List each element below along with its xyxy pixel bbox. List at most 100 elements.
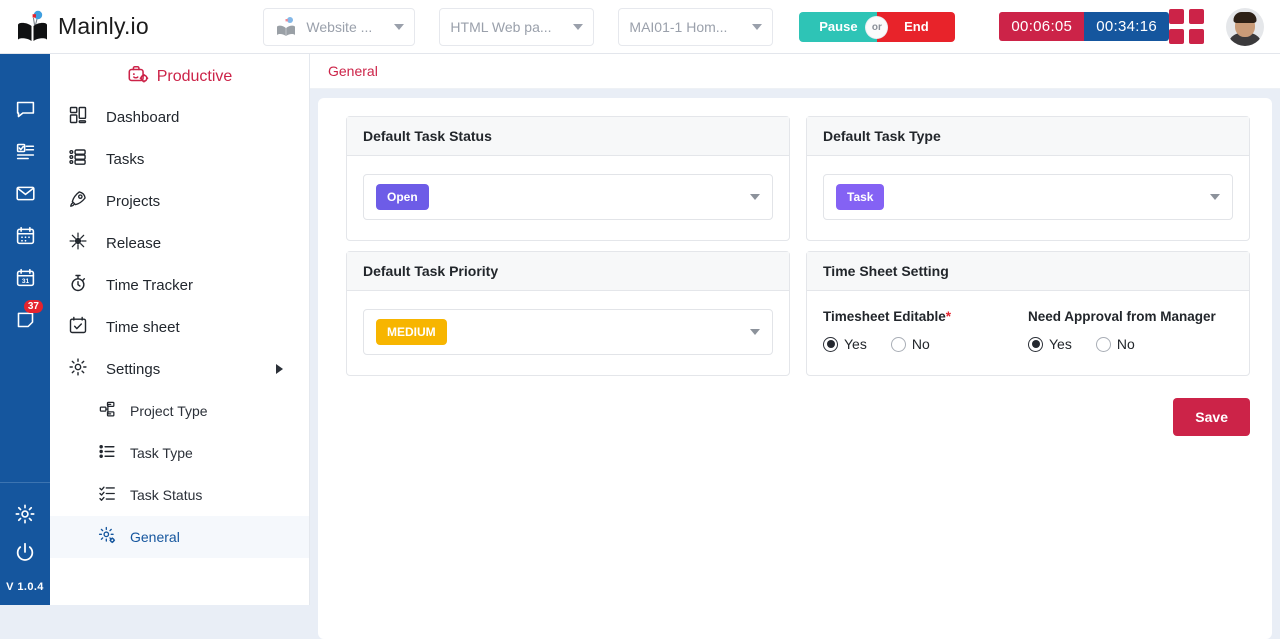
briefcase-bot-icon xyxy=(127,64,149,91)
save-button[interactable]: Save xyxy=(1173,398,1250,436)
type-badge: Task xyxy=(836,184,885,210)
apps-grid-icon[interactable] xyxy=(1169,9,1204,44)
card-default-task-type: Default Task Type Task xyxy=(806,116,1250,241)
chevron-down-icon xyxy=(750,329,760,335)
sidebar-item-time-tracker[interactable]: Time Tracker xyxy=(50,264,309,306)
sidebar-item-label: Task Type xyxy=(130,445,193,461)
card-default-task-priority: Default Task Priority MEDIUM xyxy=(346,251,790,376)
card-title: Default Task Priority xyxy=(347,252,789,291)
gear-icon xyxy=(68,357,88,381)
sidebar-item-dashboard[interactable]: Dashboard xyxy=(50,96,309,138)
sidebar-item-project-type[interactable]: Project Type xyxy=(50,390,309,432)
rail-bottom-icons: V 1.0.4 xyxy=(0,482,50,605)
gear-settings-icon xyxy=(98,526,117,548)
card-default-task-status: Default Task Status Open xyxy=(346,116,790,241)
workspace-select-value: Website ... xyxy=(306,18,373,35)
card-body: Task xyxy=(807,156,1249,240)
sidebar-item-label: Projects xyxy=(106,192,161,210)
notes-badge: 37 xyxy=(23,300,43,313)
rocket-icon xyxy=(68,189,88,213)
status-badge: Open xyxy=(376,184,429,210)
chevron-down-icon xyxy=(573,23,584,30)
svg-text:31: 31 xyxy=(21,278,29,285)
task-select[interactable]: MAI01-1 Hom... xyxy=(618,7,774,46)
mail-icon[interactable] xyxy=(0,174,50,212)
leaf-logo-icon xyxy=(274,16,300,38)
power-icon[interactable] xyxy=(0,533,50,571)
default-task-status-select[interactable]: Open xyxy=(363,174,773,220)
required-asterisk: * xyxy=(945,309,952,324)
top-bar-actions xyxy=(1169,7,1264,46)
brand-logo[interactable]: Mainly.io xyxy=(14,10,251,44)
sidebar-item-label: General xyxy=(130,529,180,545)
main-content: General Default Task Status Open Default… xyxy=(310,54,1280,639)
sidebar-item-settings[interactable]: Settings xyxy=(50,348,309,390)
chevron-down-icon xyxy=(1210,194,1220,200)
chevron-down-icon xyxy=(394,23,405,30)
sidebar-item-time-sheet[interactable]: Time sheet xyxy=(50,306,309,348)
chevron-down-icon xyxy=(752,23,763,30)
sidebar-item-label: Release xyxy=(106,234,162,252)
calendar-icon[interactable] xyxy=(0,216,50,254)
book-balloon-logo-icon xyxy=(14,10,52,44)
notes-icon[interactable]: 37 xyxy=(0,300,50,338)
sidebar-item-task-status[interactable]: Task Status xyxy=(50,474,309,516)
radio-label: Yes xyxy=(844,336,867,352)
version-label: V 1.0.4 xyxy=(6,581,44,593)
default-task-priority-select[interactable]: MEDIUM xyxy=(363,309,773,355)
need-approval-yes-radio[interactable] xyxy=(1028,336,1043,352)
timer-controls: Pause End or xyxy=(799,11,956,42)
stopwatch-icon xyxy=(68,273,88,297)
card-body: Open xyxy=(347,156,789,240)
sidebar-item-general[interactable]: General xyxy=(50,516,309,558)
context-selectors: Website ... HTML Web pa... MAI01-1 Hom..… xyxy=(263,7,774,46)
workspace-select[interactable]: Website ... xyxy=(263,7,416,46)
chevron-down-icon xyxy=(750,194,760,200)
sidebar-item-label: Time Tracker xyxy=(106,276,193,294)
dashboard-icon xyxy=(68,105,88,129)
breadcrumb-current: General xyxy=(328,63,378,79)
radio-label: No xyxy=(1116,336,1135,352)
sidebar-item-release[interactable]: Release xyxy=(50,222,309,264)
priority-badge: MEDIUM xyxy=(376,319,447,345)
rail-top-icons: 31 37 xyxy=(0,90,50,338)
gear-icon[interactable] xyxy=(0,495,50,533)
form-actions: Save xyxy=(318,386,1272,436)
timesheet-editable-no-radio[interactable] xyxy=(890,336,906,352)
sidebar-title: Productive xyxy=(50,54,309,96)
sidebar-item-task-type[interactable]: Task Type xyxy=(50,432,309,474)
brand-name: Mainly.io xyxy=(58,13,149,39)
sidebar-item-tasks[interactable]: Tasks xyxy=(50,138,309,180)
list-icon xyxy=(98,442,117,464)
calendar-date-icon[interactable]: 31 xyxy=(0,258,50,296)
sidebar: Productive Dashboard Tasks Projects Rele… xyxy=(50,54,310,605)
project-select[interactable]: HTML Web pa... xyxy=(439,7,595,46)
checklist-icon xyxy=(98,484,117,506)
project-select-value: HTML Web pa... xyxy=(450,18,552,35)
timesheet-icon xyxy=(68,315,88,339)
need-approval-group: Need Approval from Manager Yes No xyxy=(1028,309,1233,352)
radio-label: Yes xyxy=(1049,336,1072,352)
total-timer: 00:34:16 xyxy=(1084,12,1169,41)
top-bar: Mainly.io Website ... HTML Web pa... MAI… xyxy=(0,0,1280,54)
sidebar-item-label: Dashboard xyxy=(106,108,180,126)
chat-icon[interactable] xyxy=(0,90,50,128)
avatar[interactable] xyxy=(1226,7,1264,46)
breadcrumb: General xyxy=(310,54,1280,89)
or-separator-badge: or xyxy=(866,16,888,38)
icon-rail: 31 37 V 1.0.4 xyxy=(0,54,50,605)
end-button[interactable]: End xyxy=(877,11,956,42)
tasklist-icon[interactable] xyxy=(0,132,50,170)
sidebar-item-label: Project Type xyxy=(130,403,208,419)
card-body: MEDIUM xyxy=(347,291,789,375)
need-approval-no-radio[interactable] xyxy=(1095,336,1111,352)
timesheet-editable-group: Timesheet Editable* Yes No xyxy=(823,309,1028,352)
task-select-value: MAI01-1 Hom... xyxy=(629,18,728,35)
default-task-type-select[interactable]: Task xyxy=(823,174,1233,220)
chevron-right-icon xyxy=(276,364,283,374)
sidebar-item-projects[interactable]: Projects xyxy=(50,180,309,222)
sidebar-item-label: Task Status xyxy=(130,487,203,503)
card-title: Time Sheet Setting xyxy=(807,252,1249,291)
radio-label: No xyxy=(911,336,930,352)
timesheet-editable-yes-radio[interactable] xyxy=(823,336,838,352)
